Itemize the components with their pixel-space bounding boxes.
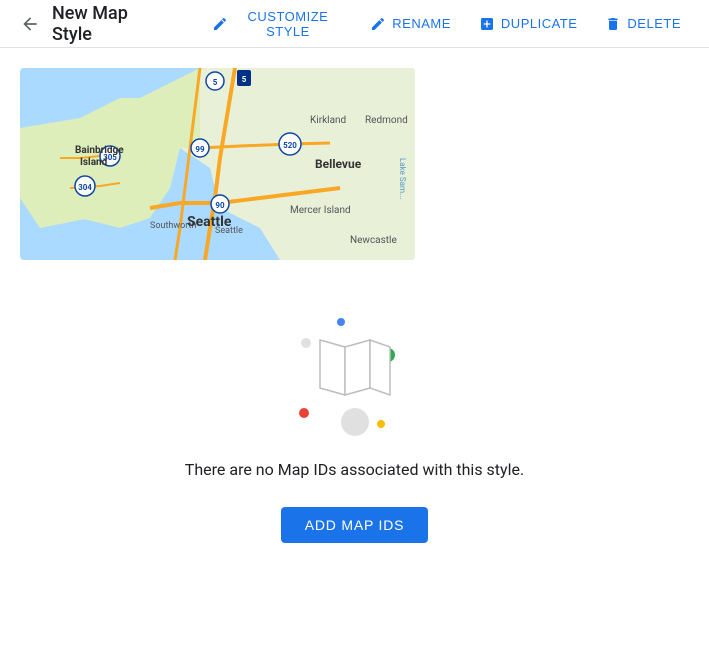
svg-text:520: 520 <box>283 141 297 150</box>
svg-text:304: 304 <box>78 183 92 192</box>
page-title: New Map Style <box>52 3 168 45</box>
svg-text:5: 5 <box>242 75 247 84</box>
delete-button[interactable]: DELETE <box>593 10 693 38</box>
rename-button[interactable]: RENAME <box>358 10 463 38</box>
folded-map-icon <box>315 335 395 405</box>
svg-text:Lake Sam...: Lake Sam... <box>398 158 407 199</box>
trash-icon <box>605 16 621 32</box>
header-actions: CUSTOMIZE STYLE RENAME DUPLICATE DELETE <box>200 3 693 45</box>
main-content: 5 99 90 520 305 304 Bainbridge Island So… <box>0 48 709 563</box>
dot-yellow <box>377 420 385 428</box>
svg-text:Newcastle: Newcastle <box>350 235 397 246</box>
delete-label: DELETE <box>627 16 681 31</box>
svg-text:Bellevue: Bellevue <box>315 157 362 171</box>
back-button[interactable] <box>16 10 44 38</box>
map-preview: 5 99 90 520 305 304 Bainbridge Island So… <box>20 68 415 260</box>
duplicate-button[interactable]: DUPLICATE <box>467 10 590 38</box>
svg-text:5: 5 <box>213 78 218 87</box>
rename-icon <box>370 16 386 32</box>
add-map-ids-button[interactable]: ADD MAP IDS <box>281 507 429 543</box>
empty-message: There are no Map IDs associated with thi… <box>185 460 524 479</box>
map-illustration <box>285 300 425 440</box>
rename-label: RENAME <box>392 16 451 31</box>
page-header: New Map Style CUSTOMIZE STYLE RENAME DUP… <box>0 0 709 48</box>
svg-text:Redmond: Redmond <box>365 115 408 126</box>
dot-blue <box>337 318 345 326</box>
svg-text:Mercer Island: Mercer Island <box>290 205 351 216</box>
svg-text:99: 99 <box>195 145 205 154</box>
svg-text:Island: Island <box>80 157 108 168</box>
empty-state: There are no Map IDs associated with thi… <box>20 300 689 543</box>
customize-style-button[interactable]: CUSTOMIZE STYLE <box>200 3 355 45</box>
duplicate-label: DUPLICATE <box>501 16 578 31</box>
svg-text:Bainbridge: Bainbridge <box>75 145 124 156</box>
svg-text:Kirkland: Kirkland <box>310 115 346 126</box>
duplicate-icon <box>479 16 495 32</box>
dot-gray-small <box>301 338 311 348</box>
edit-pencil-icon <box>212 16 228 32</box>
dot-red <box>299 408 309 418</box>
customize-style-label: CUSTOMIZE STYLE <box>234 9 343 39</box>
svg-text:90: 90 <box>215 201 225 210</box>
svg-text:Seattle: Seattle <box>187 214 232 230</box>
dot-gray-large <box>341 408 369 436</box>
